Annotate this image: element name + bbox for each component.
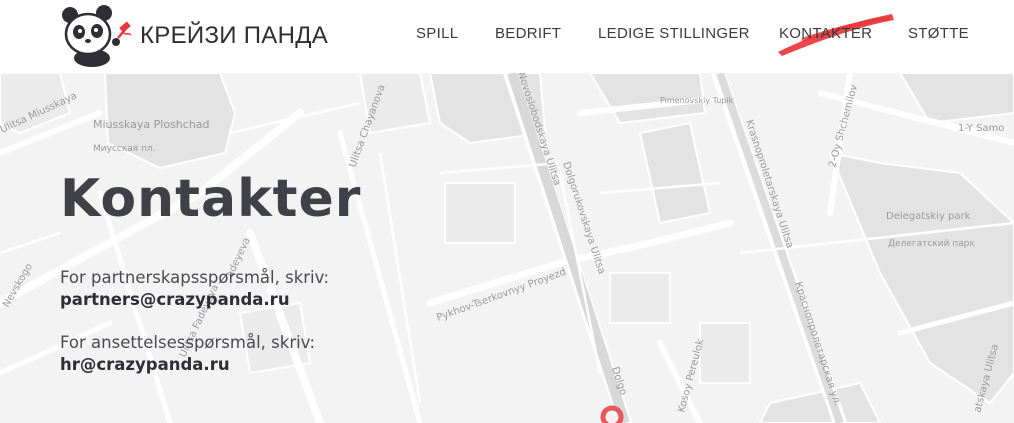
- nav-spill[interactable]: SPILL: [416, 25, 458, 42]
- page-title: Kontakter: [60, 169, 362, 229]
- site-header: КРЕЙЗИ ПАНДА SPILL BEDRIFT LEDIGE STILLI…: [0, 0, 1014, 73]
- hr-label: For ansettelsesspørsmål, skriv:: [60, 333, 316, 352]
- panda-logo-icon[interactable]: [56, 2, 136, 68]
- partners-label: For partnerskapsspørsmål, skriv:: [60, 268, 330, 287]
- nav-ledige-stillinger[interactable]: LEDIGE STILLINGER: [598, 25, 750, 42]
- hr-email-link[interactable]: hr@crazypanda.ru: [60, 355, 230, 374]
- partners-email-link[interactable]: partners@crazypanda.ru: [60, 290, 290, 309]
- nav-stotte[interactable]: STØTTE: [908, 25, 969, 42]
- contacts-section: Kontakter For partnerskapsspørsmål, skri…: [0, 73, 1014, 423]
- nav-kontakter[interactable]: KONTAKTER: [779, 25, 872, 42]
- nav-bedrift[interactable]: BEDRIFT: [495, 25, 561, 42]
- brand-name[interactable]: КРЕЙЗИ ПАНДА: [140, 22, 328, 50]
